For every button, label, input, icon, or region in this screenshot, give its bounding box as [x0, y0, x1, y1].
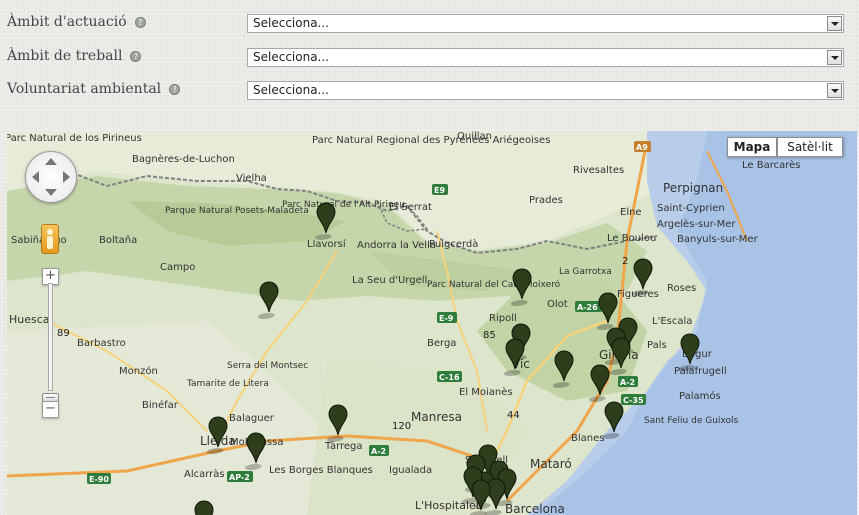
chevron-down-icon[interactable] [827, 83, 842, 98]
ambit-treball-select[interactable]: Selecciona... [247, 48, 844, 67]
zoom-out-button[interactable]: − [42, 401, 59, 418]
filter-row-ambit-actuacio: Àmbit d'actuació ? Selecciona... [0, 12, 859, 36]
map-marker-pin[interactable] [586, 364, 610, 403]
filter-label: Àmbit de treball ? [7, 48, 142, 64]
map-marker-pin[interactable] [600, 401, 624, 440]
filter-row-voluntariat: Voluntariat ambiental ? Selecciona... [0, 79, 859, 103]
map-marker-pin[interactable] [508, 268, 532, 307]
map-marker-pin[interactable] [501, 338, 525, 377]
map-type-satellite-button[interactable]: Satèl·lit [777, 137, 843, 157]
map-marker-pin[interactable] [550, 350, 574, 389]
filter-label: Àmbit d'actuació ? [7, 14, 146, 30]
map-marker-pin[interactable] [190, 500, 214, 515]
filter-label-text: Àmbit de treball [7, 48, 123, 64]
map-marker-pin[interactable] [312, 202, 336, 241]
map-marker-pin[interactable] [676, 333, 700, 372]
zoom-slider-track[interactable] [48, 283, 53, 391]
pan-control[interactable] [25, 151, 77, 203]
pan-left-icon[interactable] [32, 171, 39, 183]
pan-up-icon[interactable] [45, 158, 57, 165]
map-marker-pin[interactable] [242, 432, 266, 471]
question-mark-icon[interactable]: ? [169, 83, 181, 95]
map-markers [190, 202, 700, 515]
map-canvas[interactable]: Parc Natural de los Pirineus Quillan Bag… [7, 131, 857, 515]
filter-row-ambit-treball: Àmbit de treball ? Selecciona... [0, 46, 859, 70]
voluntariat-select[interactable]: Selecciona... [247, 81, 844, 100]
map-marker-pin[interactable] [255, 281, 279, 320]
map-marker-pin[interactable] [324, 404, 348, 443]
chevron-down-icon[interactable] [827, 50, 842, 65]
ambit-actuacio-select[interactable]: Selecciona... [247, 14, 844, 33]
map-marker-pin[interactable] [594, 292, 618, 331]
filter-label-text: Voluntariat ambiental [7, 81, 162, 97]
map-marker-pin[interactable] [204, 416, 228, 455]
select-value: Selecciona... [253, 50, 329, 64]
filter-label-text: Àmbit d'actuació [7, 14, 127, 30]
select-value: Selecciona... [253, 83, 329, 97]
street-view-pegman-icon[interactable] [41, 224, 59, 254]
question-mark-icon[interactable]: ? [130, 50, 142, 62]
map-type-map-button[interactable]: Mapa [727, 137, 777, 157]
chevron-down-icon[interactable] [827, 16, 842, 31]
select-value: Selecciona... [253, 16, 329, 30]
question-mark-icon[interactable]: ? [134, 16, 146, 28]
pan-down-icon[interactable] [45, 189, 57, 196]
pan-right-icon[interactable] [63, 171, 70, 183]
map-marker-pin[interactable] [629, 258, 653, 297]
filter-label: Voluntariat ambiental ? [7, 81, 181, 97]
